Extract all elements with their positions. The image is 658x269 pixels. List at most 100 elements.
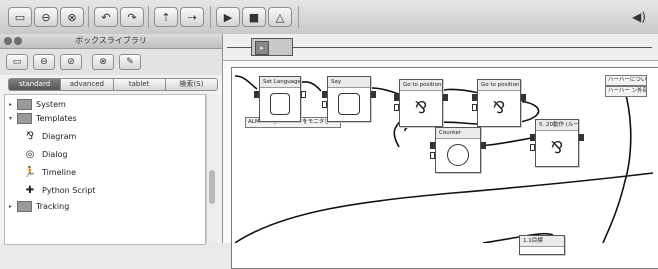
output-port[interactable] bbox=[579, 134, 584, 141]
input-port[interactable] bbox=[322, 101, 327, 108]
tab-advanced[interactable]: advanced bbox=[60, 78, 113, 91]
open-button[interactable]: ⊖ bbox=[34, 7, 58, 27]
timeline-marker-icon: ▸ bbox=[255, 41, 269, 55]
box-title: Set Language bbox=[260, 77, 300, 88]
new-file-icon: ▭ bbox=[14, 10, 26, 24]
library-delete-button[interactable]: ⊗ bbox=[92, 54, 114, 70]
filter-icon: ⊘ bbox=[67, 57, 75, 67]
expand-arrow-icon[interactable]: ▸ bbox=[9, 101, 17, 108]
box-title: Counter bbox=[436, 128, 480, 139]
choregraphe-window: ▭ ⊖ ⊗ ↶ ↷ ⇡ ⇢ ▶ ■ △ ◀) ボックスライブラリ ▭ ⊖ ⊘ ⊗… bbox=[0, 0, 658, 269]
input-port[interactable] bbox=[430, 142, 435, 149]
diagram-icon: ⅋ bbox=[411, 98, 431, 118]
close-button[interactable]: ⊗ bbox=[60, 7, 84, 27]
box-say[interactable]: Say bbox=[322, 76, 376, 122]
pencil-icon: ✎ bbox=[126, 57, 134, 67]
input-port[interactable] bbox=[394, 94, 399, 101]
scrollbar-thumb[interactable] bbox=[209, 170, 215, 204]
toolbar-separator bbox=[88, 6, 89, 28]
close-icon: ⊗ bbox=[67, 10, 77, 24]
tree-item-label: System bbox=[36, 99, 66, 109]
redo-button[interactable]: ↷ bbox=[120, 7, 144, 27]
library-toolbar: ▭ ⊖ ⊘ ⊗ ✎ bbox=[0, 49, 222, 75]
input-port[interactable] bbox=[530, 144, 535, 151]
library-edit-button[interactable]: ✎ bbox=[119, 54, 141, 70]
toolbar-separator bbox=[210, 6, 211, 28]
output-label-top[interactable]: ハーハーについて bbox=[605, 75, 647, 86]
tree-item-label: Dialog bbox=[42, 149, 68, 159]
box-go-to-position-1[interactable]: Go to position (2/1) ... ⅋ bbox=[394, 79, 448, 127]
delete-icon: ⊗ bbox=[99, 57, 107, 67]
box-title: 5. 20動作 (ループ) ... bbox=[536, 120, 578, 131]
tab-tablet[interactable]: tablet bbox=[112, 78, 165, 91]
box-go-to-position-2[interactable]: Go to position (4/1) ... ⅋ bbox=[472, 79, 526, 127]
debug-button[interactable]: △ bbox=[268, 7, 292, 27]
output-port[interactable] bbox=[521, 94, 526, 101]
box-counter[interactable]: Counter bbox=[430, 127, 486, 173]
output-port[interactable] bbox=[301, 91, 306, 98]
toolbar-separator bbox=[148, 6, 149, 28]
box-library-title: ボックスライブラリ bbox=[0, 34, 222, 49]
tree-item-label: Python Script bbox=[42, 185, 96, 195]
timeline-handle[interactable]: ▸ bbox=[251, 38, 293, 56]
disconnect-button[interactable]: ⇢ bbox=[180, 7, 204, 27]
input-port[interactable] bbox=[472, 104, 477, 111]
python-script-icon: ✚ bbox=[25, 184, 35, 196]
library-filter-button[interactable]: ⊘ bbox=[60, 54, 82, 70]
open-icon: ⊖ bbox=[40, 57, 48, 67]
output-port[interactable] bbox=[481, 142, 486, 149]
output-label-bottom[interactable]: ハーハー ン外部 bbox=[605, 86, 647, 97]
input-port[interactable] bbox=[472, 94, 477, 101]
output-port[interactable] bbox=[443, 94, 448, 101]
library-new-button[interactable]: ▭ bbox=[6, 54, 28, 70]
undo-button[interactable]: ↶ bbox=[94, 7, 118, 27]
collapse-arrow-icon[interactable]: ▾ bbox=[9, 115, 17, 122]
tree-item-timeline[interactable]: 🏃 Timeline bbox=[23, 164, 76, 180]
box-library-tree: ▸ System ▾ Templates ⅋ Diagram ◎ Dialog … bbox=[4, 94, 206, 245]
library-tabs: standard advanced tablet 検索(S) bbox=[8, 78, 218, 91]
timeline-icon: 🏃 bbox=[23, 166, 37, 178]
tree-item-dialog[interactable]: ◎ Dialog bbox=[23, 146, 68, 162]
flow-diagram-canvas[interactable]: ALMemory: イベントをモニタして... Set Language Say… bbox=[223, 61, 658, 269]
box-title: Go to position (4/1) ... bbox=[478, 80, 520, 91]
disconnect-icon: ⇢ bbox=[187, 10, 197, 24]
input-port[interactable] bbox=[322, 91, 327, 98]
open-icon: ⊖ bbox=[41, 10, 51, 24]
play-button[interactable]: ▶ bbox=[216, 7, 240, 27]
box-library-title-text: ボックスライブラリ bbox=[75, 36, 147, 45]
folder-icon bbox=[17, 98, 32, 110]
connect-button[interactable]: ⇡ bbox=[154, 7, 178, 27]
input-port[interactable] bbox=[394, 104, 399, 111]
tree-item-diagram[interactable]: ⅋ Diagram bbox=[23, 128, 76, 144]
panel-float-icon[interactable] bbox=[14, 37, 22, 45]
tab-standard[interactable]: standard bbox=[8, 78, 61, 91]
output-port[interactable] bbox=[371, 91, 376, 98]
tree-item-python-script[interactable]: ✚ Python Script bbox=[23, 182, 96, 198]
box-bottom[interactable]: 1.1目標 bbox=[519, 235, 565, 255]
volume-button[interactable]: ◀) bbox=[628, 7, 650, 27]
tab-search[interactable]: 検索(S) bbox=[164, 78, 218, 91]
input-port[interactable] bbox=[530, 134, 535, 141]
toolbar-separator bbox=[298, 6, 299, 28]
play-icon: ▶ bbox=[223, 10, 233, 24]
box-diagram[interactable]: 5. 20動作 (ループ) ... ⅋ bbox=[530, 119, 584, 167]
speech-bubble-icon bbox=[338, 93, 360, 115]
input-port[interactable] bbox=[430, 152, 435, 159]
library-open-button[interactable]: ⊖ bbox=[33, 54, 55, 70]
expand-arrow-icon[interactable]: ▸ bbox=[9, 203, 17, 210]
debug-icon: △ bbox=[275, 10, 285, 24]
tree-item-templates[interactable]: ▾ Templates bbox=[9, 110, 77, 126]
input-port[interactable] bbox=[254, 91, 259, 98]
tree-item-label: Timeline bbox=[42, 167, 77, 177]
box-title: Go to position (2/1) ... bbox=[400, 80, 442, 91]
library-scrollbar[interactable] bbox=[206, 94, 217, 243]
stop-button[interactable]: ■ bbox=[242, 7, 266, 27]
new-file-button[interactable]: ▭ bbox=[8, 7, 32, 27]
panel-close-icon[interactable] bbox=[4, 37, 12, 45]
tree-item-label: Tracking bbox=[36, 201, 70, 211]
tree-item-tracking[interactable]: ▸ Tracking bbox=[9, 198, 69, 214]
box-set-language[interactable]: Set Language bbox=[254, 76, 306, 122]
box-title: Say bbox=[328, 77, 370, 88]
folder-icon bbox=[17, 112, 32, 124]
main-toolbar: ▭ ⊖ ⊗ ↶ ↷ ⇡ ⇢ ▶ ■ △ ◀) bbox=[0, 0, 658, 35]
